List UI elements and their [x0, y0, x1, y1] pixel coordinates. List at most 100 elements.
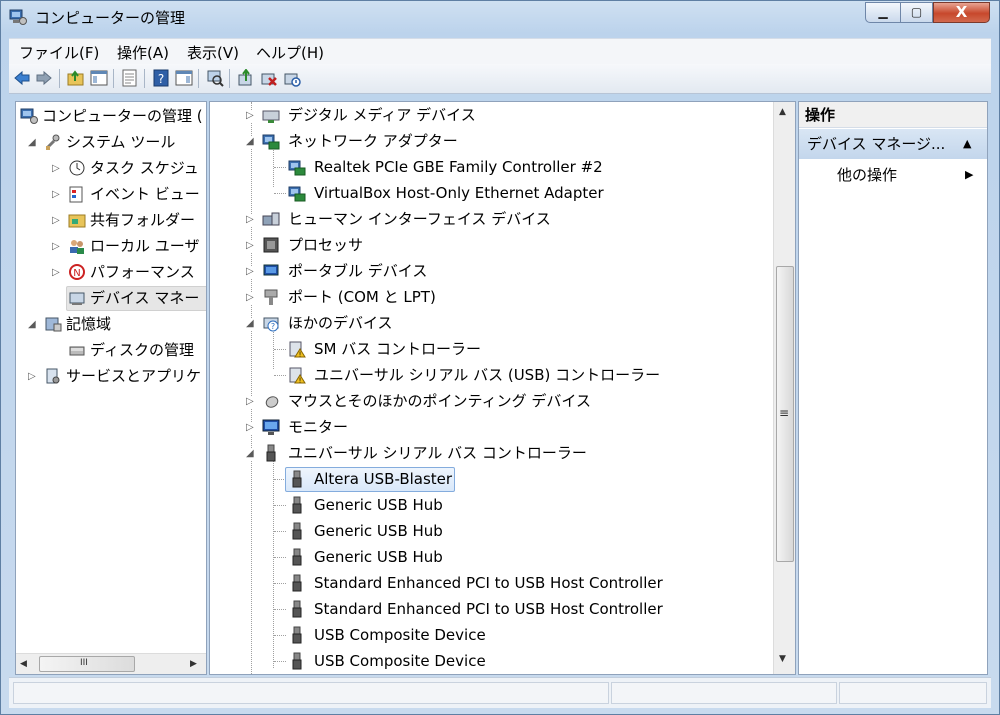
device-tree-item[interactable]: ▷ モニター [210, 414, 770, 440]
expander-icon[interactable]: ▷ [52, 163, 62, 175]
tree-item-device-manager[interactable]: デバイス マネー [16, 285, 199, 311]
tree-item-label: ディスクの管理 [90, 341, 194, 359]
device-tree-item[interactable]: ▷ ヒューマン インターフェイス デバイス [210, 206, 770, 232]
svg-text:?: ? [158, 72, 164, 86]
properties-icon[interactable] [121, 69, 139, 87]
device-tree-item[interactable]: Altera USB-Blaster [210, 466, 770, 492]
expander-icon[interactable]: ◢ [246, 448, 256, 460]
tree-item-services[interactable]: ▷ サービスとアプリケ [16, 363, 201, 389]
device-tree-item[interactable]: USB Composite Device [210, 622, 770, 648]
tree-item-label: システム ツール [66, 133, 176, 151]
device-tree-item[interactable]: ! ユニバーサル シリアル バス (USB) コントローラー [210, 362, 770, 388]
collapse-icon[interactable]: ▲ [963, 129, 971, 159]
scan-hardware-icon[interactable] [206, 69, 224, 87]
device-label: USB Composite Device [314, 626, 486, 644]
computer-management-icon [9, 9, 27, 25]
close-button[interactable]: X [933, 2, 990, 23]
scroll-down-arrow[interactable]: ▼ [779, 654, 786, 664]
expander-icon[interactable]: ▷ [52, 267, 62, 279]
device-tree-item[interactable]: ◢? ほかのデバイス [210, 310, 770, 336]
device-tree-item[interactable]: VirtualBox Host-Only Ethernet Adapter [210, 180, 770, 206]
device-tree-item[interactable]: USB Composite Device [210, 648, 770, 674]
title-bar[interactable]: コンピューターの管理 ▁ ▢ X [1, 1, 999, 35]
menu-view[interactable]: 表示(V) [187, 42, 239, 63]
menu-file[interactable]: ファイル(F) [19, 42, 99, 63]
device-tree-item[interactable]: ▷ マウスとそのほかのポインティング デバイス [210, 388, 770, 414]
horizontal-scrollbar[interactable]: ◀ III ▶ [16, 653, 206, 674]
tree-item-system-tools[interactable]: ◢ システム ツール [16, 129, 192, 155]
device-tree-item[interactable]: ▷ ポート (COM と LPT) [210, 284, 770, 310]
expander-icon[interactable]: ◢ [28, 319, 38, 331]
up-folder-icon[interactable] [67, 69, 85, 87]
help-icon[interactable]: ? [152, 69, 170, 87]
menu-action[interactable]: 操作(A) [117, 42, 169, 63]
device-tree-item[interactable]: Generic USB Hub [210, 492, 770, 518]
back-icon[interactable] [13, 69, 31, 87]
device-label: Generic USB Hub [314, 496, 443, 514]
device-tree-item[interactable]: Generic USB Hub [210, 518, 770, 544]
device-tree-item[interactable]: ! SM バス コントローラー [210, 336, 770, 362]
device-tree-item[interactable]: Realtek PCIe GBE Family Controller #2 [210, 154, 770, 180]
expander-icon[interactable]: ▷ [52, 241, 62, 253]
tree-item-local-users[interactable]: ▷ ローカル ユーザ [16, 233, 199, 259]
expander-icon[interactable]: ▷ [246, 240, 256, 252]
menu-help[interactable]: ヘルプ(H) [256, 42, 324, 63]
device-tree-item[interactable]: ▷ ポータブル デバイス [210, 258, 770, 284]
expander-icon[interactable]: ◢ [28, 137, 38, 149]
svg-text:N: N [73, 268, 80, 279]
device-tree-item[interactable]: Generic USB Hub [210, 544, 770, 570]
device-label: ネットワーク アダプター [288, 132, 458, 150]
forward-icon[interactable] [35, 69, 53, 87]
expander-icon[interactable]: ▷ [246, 292, 256, 304]
expander-icon[interactable]: ▷ [52, 215, 62, 227]
scroll-right-arrow[interactable]: ▶ [190, 659, 197, 669]
expander-icon[interactable]: ▷ [246, 110, 256, 122]
action-pane-icon[interactable] [175, 69, 193, 87]
expander-icon[interactable]: ◢ [246, 318, 256, 330]
tree-item-computer-management[interactable]: コンピューターの管理 ( [16, 103, 203, 129]
device-label: デジタル メディア デバイス [288, 106, 476, 124]
device-label: ほかのデバイス [288, 314, 393, 332]
device-tree-item[interactable]: ▷ デジタル メディア デバイス [210, 102, 770, 128]
tree-item-disk-management[interactable]: ディスクの管理 [16, 337, 194, 363]
tree-item-storage[interactable]: ◢ 記憶域 [16, 311, 192, 337]
device-tree-item[interactable]: ▷ プロセッサ [210, 232, 770, 258]
device-tree-pane: ▷ デジタル メディア デバイス ◢ ネットワーク アダプター Realtek PCIe… [209, 101, 796, 675]
expander-icon[interactable]: ▷ [246, 396, 256, 408]
scroll-left-arrow[interactable]: ◀ [20, 659, 27, 669]
expander-icon[interactable]: ▷ [246, 214, 256, 226]
expander-icon[interactable]: ◢ [246, 136, 256, 148]
vertical-scrollbar[interactable]: ▲ ≡ ▼ [773, 102, 795, 674]
actions-section-device-manager[interactable]: デバイス マネージ... ▲ [799, 129, 987, 159]
local-users-icon [70, 240, 84, 254]
device-tree-item[interactable]: ◢ ユニバーサル シリアル バス コントローラー [210, 440, 770, 466]
window-title: コンピューターの管理 [35, 9, 186, 27]
tree-item-task-scheduler[interactable]: ▷ タスク スケジュ [16, 155, 199, 181]
toolbar: ? [9, 64, 991, 94]
maximize-button[interactable]: ▢ [900, 2, 933, 23]
minimize-button[interactable]: ▁ [865, 2, 901, 23]
expander-icon[interactable]: ▷ [52, 189, 62, 201]
tree-item-label: 記憶域 [66, 315, 112, 333]
device-label: ヒューマン インターフェイス デバイス [288, 210, 551, 228]
expander-icon[interactable]: ▷ [28, 371, 38, 383]
device-label: USB Composite Device [314, 652, 486, 670]
show-tree-icon[interactable] [90, 69, 108, 87]
expander-icon[interactable]: ▷ [246, 422, 256, 434]
more-actions-item[interactable]: 他の操作 ▶ [837, 164, 973, 186]
uninstall-icon[interactable] [260, 69, 278, 87]
device-tree-item[interactable]: Standard Enhanced PCI to USB Host Contro… [210, 596, 770, 622]
update-driver-icon[interactable] [237, 69, 255, 87]
device-label: SM バス コントローラー [314, 340, 482, 358]
device-label: Realtek PCIe GBE Family Controller #2 [314, 158, 603, 176]
device-label: ポータブル デバイス [288, 262, 428, 280]
device-tree-item[interactable]: Standard Enhanced PCI to USB Host Contro… [210, 570, 770, 596]
tree-item-shared-folder[interactable]: ▷ 共有フォルダー [16, 207, 195, 233]
disable-icon[interactable] [283, 69, 301, 87]
scroll-up-arrow[interactable]: ▲ [779, 107, 786, 117]
expander-icon[interactable]: ▷ [246, 266, 256, 278]
device-tree-item[interactable]: ◢ ネットワーク アダプター [210, 128, 770, 154]
computer-management-icon [20, 108, 38, 124]
tree-item-performance[interactable]: ▷ N パフォーマンス [16, 259, 195, 285]
tree-item-event-viewer[interactable]: ▷ イベント ビュー [16, 181, 200, 207]
